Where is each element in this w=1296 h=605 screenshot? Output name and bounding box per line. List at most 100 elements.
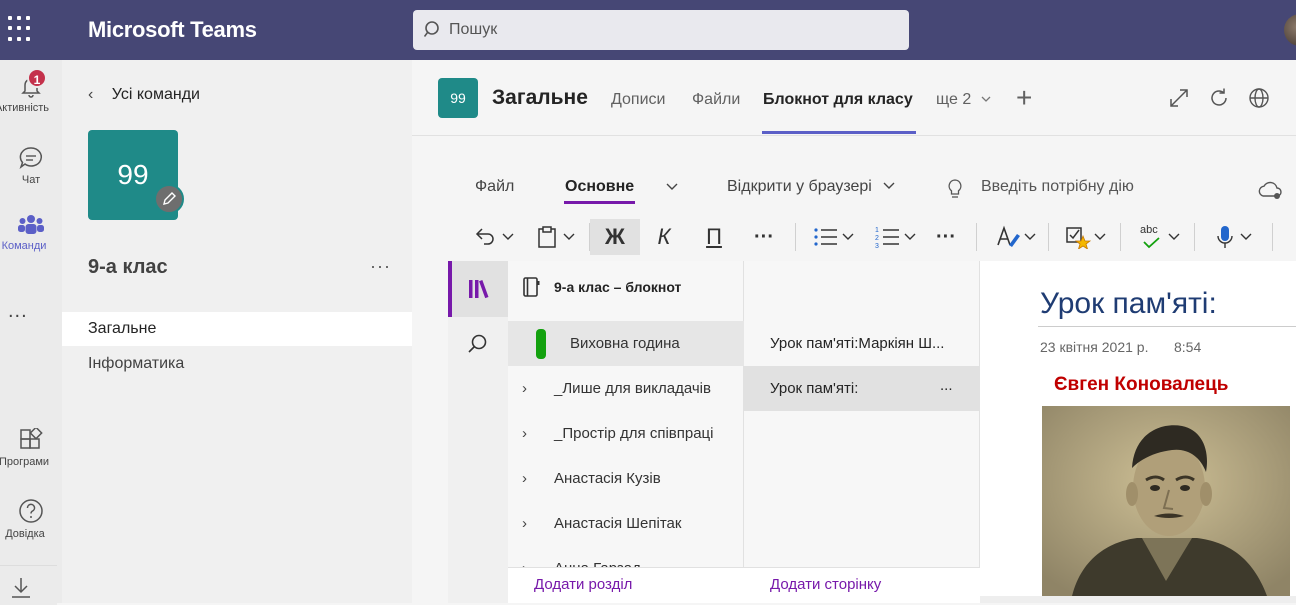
tab-files[interactable]: Файли [692,91,740,109]
chevron-right-icon: › [522,515,527,532]
chevron-down-icon [1024,233,1036,240]
channel-name: Загальне [492,86,588,109]
page-more-options-icon[interactable]: ... [940,366,953,408]
bold-button[interactable]: Ж [590,219,640,255]
underline-button[interactable]: П [692,219,736,255]
more-apps-icon[interactable]: ... [8,300,28,323]
ribbon-tab-home[interactable]: Основне [565,178,634,196]
chevron-down-icon [1168,233,1180,240]
main-content: 99 Загальне Дописи Файли Блокнот для кла… [412,60,1296,603]
edit-icon[interactable] [154,184,184,214]
section-item[interactable]: Виховна година [508,321,744,366]
search-icon[interactable] [467,333,489,355]
page-canvas[interactable]: Урок пам'яті: 23 квітня 2021 р. 8:54 Євг… [980,261,1296,603]
horizontal-scrollbar[interactable] [980,596,1296,603]
spellcheck-text: abc [1140,224,1158,236]
avatar[interactable] [1284,14,1296,46]
chevron-left-icon: ‹ [88,86,94,103]
more-paragraph-button[interactable]: ··· [926,219,966,255]
rail-label-activity: Активність [0,102,50,114]
apps-icon [20,428,43,449]
all-teams-link[interactable]: ‹ Усі команди [88,86,200,104]
search-input[interactable] [449,18,889,42]
tab-class-notebook[interactable]: Блокнот для класу [763,91,913,109]
activity-badge: 1 [27,68,47,88]
add-tab-icon[interactable]: + [1016,82,1032,114]
section-group-item[interactable]: › Анастасія Кузів [508,456,744,501]
library-icon [469,280,489,299]
ribbon-active-indicator [564,201,635,204]
chevron-down-icon [981,96,991,102]
notebook-area: 9-а клас – блокнот Виховна година › _Лиш… [448,261,1296,603]
team-more-options-icon[interactable]: ··· [370,256,391,277]
refresh-icon[interactable] [1208,87,1230,109]
app-launcher-icon[interactable] [8,16,34,42]
font-style-icon [997,225,1020,247]
teams-side-panel: ‹ Усі команди 99 9-а клас ··· Загальне І… [62,60,412,603]
download-button[interactable] [0,565,57,605]
ribbon-separator [1194,223,1195,251]
expand-icon[interactable] [1168,87,1190,109]
rail-item-help[interactable]: Довідка [0,498,62,540]
ribbon-collapse-chevron-icon[interactable] [665,182,679,192]
open-in-browser-button[interactable]: Відкрити у браузері [727,178,896,196]
add-section-button[interactable]: Додати розділ [508,567,744,603]
channel-item-general[interactable]: Загальне [62,312,412,346]
chevron-down-icon [502,233,514,240]
chevron-right-icon: › [522,425,527,442]
all-teams-label: Усі команди [111,86,200,103]
chevron-right-icon: › [522,470,527,487]
page-title[interactable]: Урок пам'яті: [1040,287,1217,321]
section-group-item[interactable]: › _Простір для співпраці [508,411,744,456]
ribbon-tab-file[interactable]: Файл [475,178,514,196]
page-date: 23 квітня 2021 р. [1040,339,1149,355]
section-label: _Лише для викладачів [554,380,711,397]
tell-me-input[interactable]: Введіть потрібну дію [981,178,1134,196]
spelling-button[interactable]: abc [1134,219,1186,255]
notebooks-button[interactable] [448,261,508,317]
undo-button[interactable] [468,219,520,255]
styles-button[interactable] [990,219,1042,255]
pages-pane: Урок пам'яті:Маркіян Ш... Урок пам'яті: … [744,261,980,603]
rail-item-teams[interactable]: Команди [0,214,62,252]
more-formatting-button[interactable]: ··· [742,219,786,255]
search-box[interactable] [413,10,909,50]
portrait-image[interactable] [1042,406,1290,596]
rail-item-apps[interactable]: Програми [0,428,62,468]
page-item-selected[interactable]: Урок пам'яті: ... [744,366,980,411]
page-subtitle[interactable]: Євген Коновалець [1054,374,1228,396]
rail-item-activity[interactable]: 1 Активність [0,68,62,114]
bullets-button[interactable] [808,219,860,255]
cloud-sync-icon[interactable] [1257,180,1283,200]
section-group-item[interactable]: › _Лише для викладачів [508,366,744,411]
team-avatar[interactable]: 99 [88,130,184,220]
ribbon-separator [1048,223,1049,251]
add-page-button[interactable]: Додати сторінку [744,567,980,603]
tab-more[interactable]: ще 2 [936,91,992,109]
globe-icon[interactable] [1248,87,1270,109]
section-group-item[interactable]: › Анастасія Шепітак [508,501,744,546]
undo-icon [475,228,494,245]
notebook-icon [523,277,540,297]
open-in-browser-label: Відкрити у браузері [727,178,872,195]
page-item[interactable]: Урок пам'яті:Маркіян Ш... [744,321,980,366]
italic-button[interactable]: К [642,219,686,255]
channel-header: 99 Загальне Дописи Файли Блокнот для кла… [412,60,1296,136]
paste-button[interactable] [530,219,582,255]
channel-item-informatics[interactable]: Інформатика [62,347,412,381]
page-time: 8:54 [1174,339,1202,355]
ribbon-separator [1272,223,1273,251]
section-label: Виховна година [570,335,680,352]
section-label: Анастасія Кузів [554,470,661,487]
numbering-button[interactable]: 1 2 3 [870,219,922,255]
tag-button[interactable] [1060,219,1112,255]
section-label: _Простір для співпраці [554,425,714,442]
numbered-list-icon: 1 2 3 [875,227,899,249]
rail-item-chat[interactable]: Чат [0,146,62,186]
ribbon-separator [976,223,977,251]
dictate-button[interactable] [1208,219,1260,255]
page-label: Урок пам'яті: [770,380,859,397]
ribbon-separator [1120,223,1121,251]
tab-posts[interactable]: Дописи [611,91,665,109]
bulleted-list-icon [814,228,837,246]
